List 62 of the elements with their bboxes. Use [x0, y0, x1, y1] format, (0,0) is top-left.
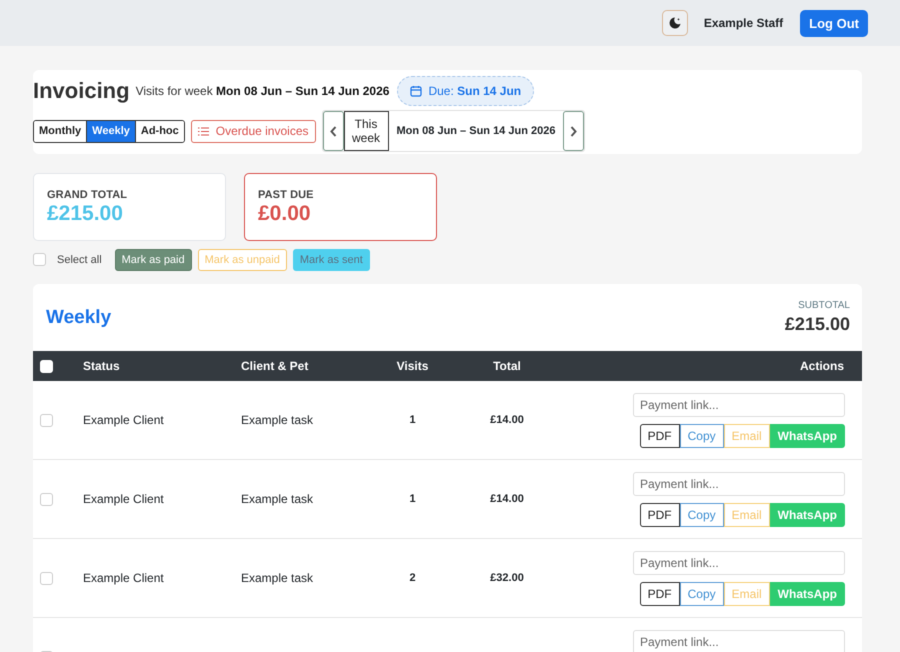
checkbox[interactable] [40, 492, 53, 506]
subtotal-label: SUBTOTAL [798, 300, 850, 311]
week-subtitle: Visits for week Mon 08 Jun – Sun 14 Jun 2026 [136, 84, 390, 98]
payment-link-field[interactable]: Payment link... [633, 472, 845, 496]
payment-link-field[interactable]: Payment link... [633, 393, 845, 417]
table-cell-text: Example task [241, 492, 314, 506]
payment-link-field[interactable]: Payment link... [633, 551, 845, 575]
mark-button[interactable]: Mark as paid [114, 248, 192, 270]
column-header: Status [83, 359, 121, 373]
column-header: Actions [798, 359, 845, 373]
payment-link-field[interactable]: Payment link... [633, 630, 845, 652]
due-date-badge: Due: Sun 14 Jun [397, 76, 534, 106]
staff-name: Example Staff [704, 16, 784, 30]
action-button[interactable]: WhatsApp [770, 582, 845, 606]
table-cell-text: Example Client [83, 413, 165, 427]
section-title: Weekly [46, 306, 112, 328]
stat-label: PAST DUE [258, 189, 315, 201]
action-button[interactable]: PDF [640, 503, 680, 527]
table-cell-text: 1 [408, 493, 417, 505]
period-tab[interactable]: Weekly [86, 120, 135, 142]
chevron-right-icon [570, 126, 578, 136]
mark-button[interactable]: Mark as sent [292, 248, 370, 270]
calendar-icon [410, 85, 422, 97]
subtotal-value: £215.00 [784, 314, 850, 335]
week-range: Mon 08 Jun – Sun 14 Jun 2026 [396, 124, 556, 139]
select-all-label: Select all [57, 254, 102, 266]
stat-value: £215.00 [47, 202, 124, 226]
moon-icon [668, 16, 682, 30]
table-cell-text: £32.00 [489, 572, 525, 584]
chevron-left-icon [330, 126, 336, 136]
table-cell-text: 2 [408, 572, 417, 584]
table-cell-text: Example task [241, 413, 314, 427]
page-title: Invoicing [33, 78, 130, 104]
action-button[interactable]: PDF [640, 582, 680, 606]
this-week-button[interactable]: This week [344, 111, 388, 151]
action-button[interactable]: WhatsApp [770, 424, 845, 448]
checkbox[interactable] [40, 572, 53, 584]
stat-value: £0.00 [258, 202, 312, 226]
logout-button[interactable]: Log Out [800, 10, 868, 36]
column-header: Client & Pet [241, 359, 310, 373]
overdue-invoices-button[interactable]: Overdue invoices [190, 120, 316, 142]
table-cell-text: £14.00 [489, 414, 525, 426]
action-button[interactable]: WhatsApp [770, 503, 845, 527]
column-header: Visits [396, 359, 430, 373]
next-week-button[interactable] [563, 111, 584, 151]
action-button[interactable]: Copy [680, 424, 724, 448]
table-cell-text: Example task [241, 571, 314, 585]
table-cell-text: 1 [408, 414, 417, 426]
action-button[interactable]: Copy [680, 503, 724, 527]
checkbox[interactable] [40, 414, 53, 426]
theme-toggle-button[interactable] [662, 10, 688, 36]
table-cell-text: Example Client [83, 571, 165, 585]
action-button[interactable]: PDF [640, 424, 680, 448]
column-header: Total [492, 359, 522, 373]
stat-label: GRAND TOTAL [47, 189, 128, 201]
action-button[interactable]: Copy [680, 582, 724, 606]
checkbox[interactable] [33, 253, 46, 266]
previous-week-button[interactable] [322, 111, 344, 151]
period-tab[interactable]: Ad-hoc [134, 120, 184, 142]
table-cell-text: £14.00 [489, 493, 525, 505]
table-cell-text: Example Client [83, 492, 165, 506]
list-icon [198, 126, 209, 136]
